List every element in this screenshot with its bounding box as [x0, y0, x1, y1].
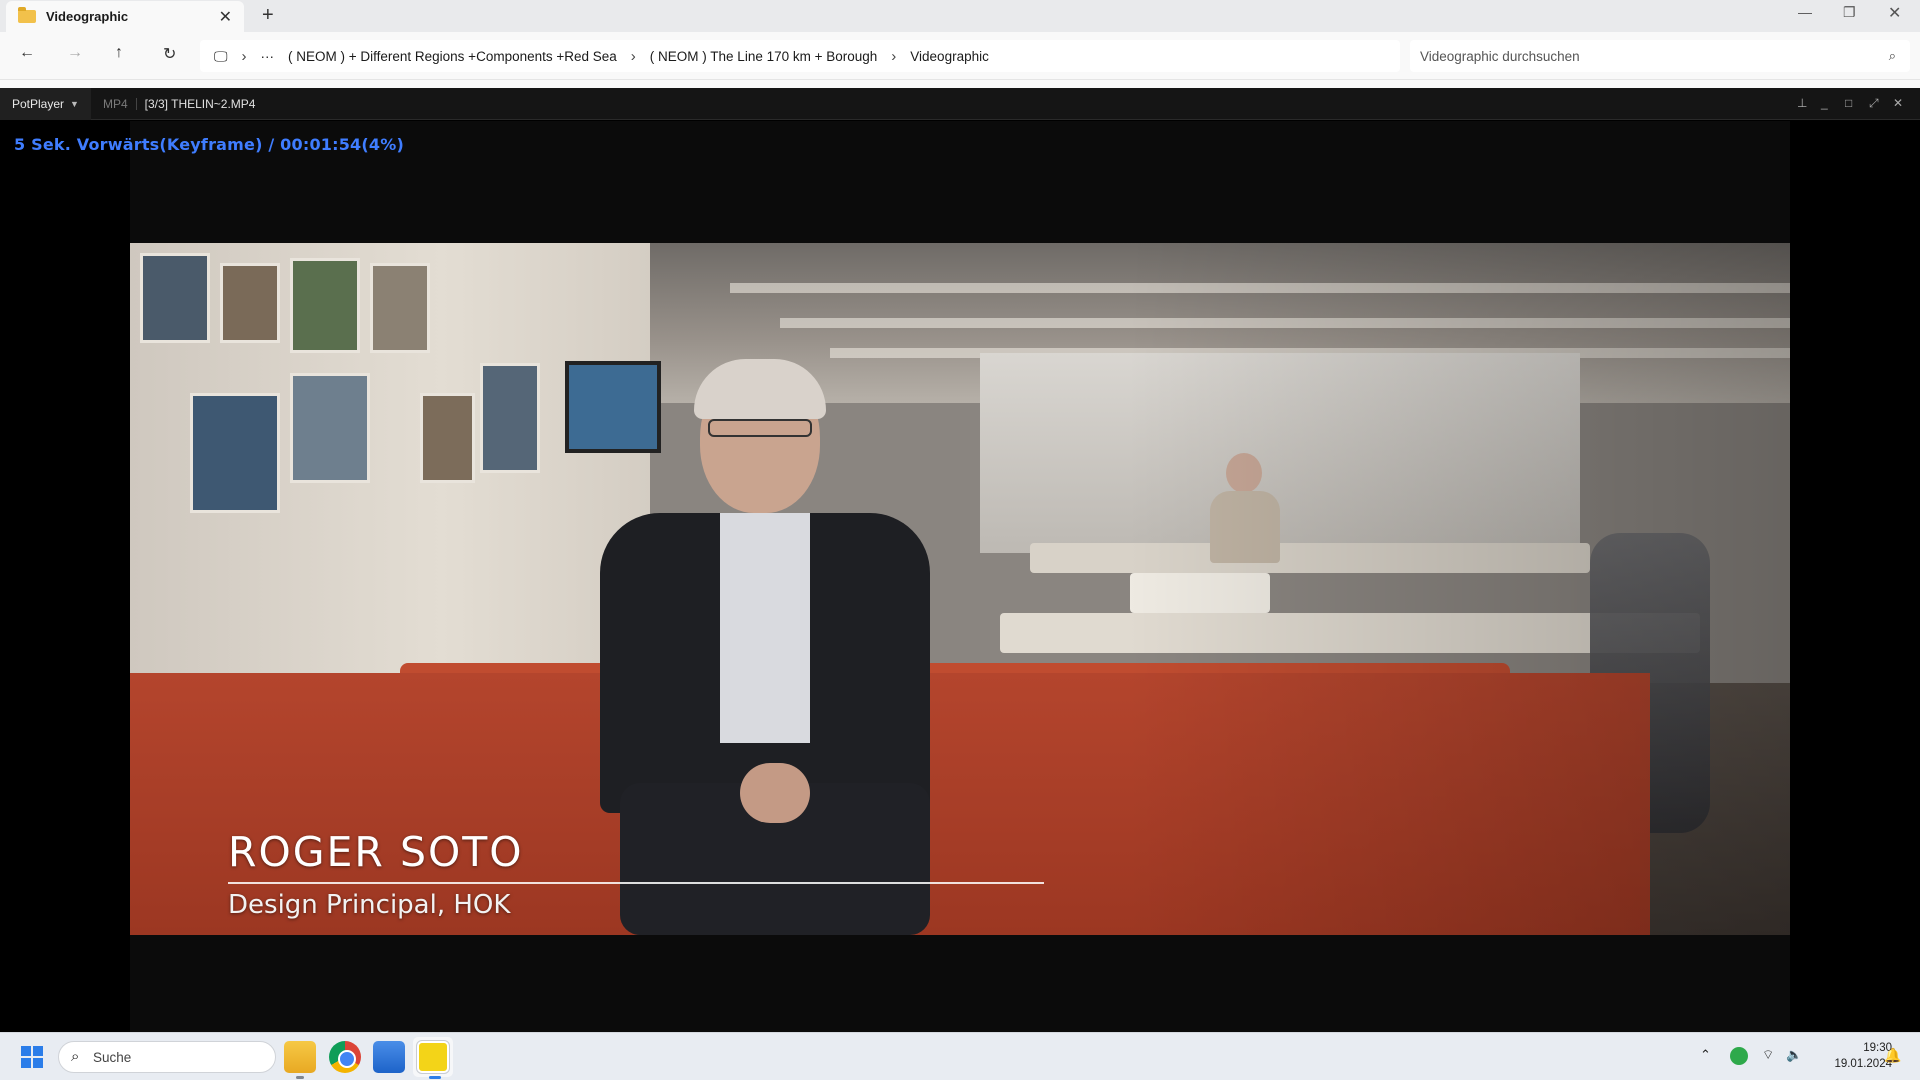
- minimize-icon[interactable]: _: [1821, 96, 1828, 110]
- store-icon[interactable]: [373, 1041, 405, 1073]
- potplayer-taskbar-button[interactable]: [413, 1037, 453, 1077]
- video-frame[interactable]: ROGER SOTO Design Principal, HOK: [130, 243, 1790, 935]
- refresh-icon[interactable]: ↻: [163, 44, 176, 64]
- file-explorer-icon[interactable]: [284, 1041, 316, 1073]
- volume-icon[interactable]: 🔈: [1786, 1047, 1802, 1063]
- running-indicator: [296, 1076, 304, 1079]
- address-bar[interactable]: 🖵 › ··· ( NEOM ) + Different Regions +Co…: [200, 40, 1400, 72]
- breadcrumb-item-current[interactable]: Videographic: [910, 49, 989, 64]
- chrome-icon[interactable]: [329, 1041, 361, 1073]
- speaker-name: ROGER SOTO: [228, 828, 524, 876]
- forward-icon[interactable]: →: [67, 44, 83, 62]
- lower-third-caption: ROGER SOTO Design Principal, HOK: [228, 828, 1044, 920]
- restore-icon[interactable]: ❐: [1843, 4, 1856, 21]
- explorer-search-input[interactable]: Videographic durchsuchen ⌕: [1410, 40, 1910, 72]
- chevron-down-icon: ▼: [70, 98, 79, 109]
- video-screen[interactable]: ROGER SOTO Design Principal, HOK 5 Sek. …: [0, 121, 1920, 1032]
- monitor-icon[interactable]: 🖵: [214, 48, 228, 65]
- chevron-right-icon[interactable]: ›: [891, 48, 896, 65]
- chevron-up-icon[interactable]: ⌃: [1700, 1047, 1711, 1063]
- system-clock[interactable]: 19:30 19.01.2024: [1812, 1040, 1892, 1072]
- explorer-tab[interactable]: Videographic ✕: [6, 1, 244, 32]
- potplayer-menu-button[interactable]: PotPlayer ▼: [0, 87, 91, 120]
- windows-icon[interactable]: [21, 1046, 43, 1068]
- back-icon[interactable]: ←: [19, 44, 35, 62]
- search-icon[interactable]: ⌕: [1889, 48, 1896, 64]
- more-locations-button[interactable]: ···: [261, 49, 275, 64]
- divider: [135, 97, 137, 110]
- potplayer-icon: [417, 1041, 449, 1073]
- close-window-icon[interactable]: ✕: [1888, 3, 1901, 23]
- clock-date: 19.01.2024: [1834, 1058, 1892, 1070]
- breadcrumb-item[interactable]: ( NEOM ) The Line 170 km + Borough: [650, 49, 877, 64]
- folder-icon: [18, 7, 36, 23]
- bell-icon[interactable]: 🔔: [1884, 1047, 1901, 1064]
- close-icon[interactable]: ✕: [1893, 96, 1903, 110]
- file-name: [3/3] THELIN~2.MP4: [144, 96, 256, 111]
- player-title-bar: PotPlayer ▼ MP4 [3/3] THELIN~2.MP4 ⊥ _ □…: [0, 87, 1920, 120]
- wifi-icon[interactable]: ⌔: [1762, 1047, 1774, 1063]
- chevron-right-icon[interactable]: ›: [242, 48, 247, 65]
- maximize-icon[interactable]: □: [1845, 96, 1852, 110]
- close-tab-icon[interactable]: ✕: [219, 7, 232, 27]
- taskbar-search-label: Suche: [93, 1049, 132, 1065]
- security-icon[interactable]: [1730, 1047, 1748, 1065]
- taskbar-search[interactable]: ⌕ Suche: [58, 1041, 276, 1073]
- osd-seek-message: 5 Sek. Vorwärts(Keyframe) / 00:01:54(4%): [14, 135, 404, 154]
- chevron-right-icon[interactable]: ›: [631, 48, 636, 65]
- brand-label: PotPlayer: [12, 96, 65, 111]
- search-icon: ⌕: [71, 1048, 80, 1065]
- pin-icon[interactable]: ⊥: [1797, 96, 1807, 110]
- caption-divider: [228, 882, 1044, 884]
- explorer-navigation-bar: ← → ↑ ↻ 🖵 › ··· ( NEOM ) + Different Reg…: [0, 32, 1920, 80]
- explorer-tab-bar: Videographic ✕ + — ❐ ✕: [0, 0, 1920, 32]
- search-placeholder: Videographic durchsuchen: [1420, 48, 1580, 64]
- tab-title: Videographic: [46, 9, 129, 24]
- clock-time: 19:30: [1863, 1042, 1892, 1054]
- file-format: MP4: [102, 96, 128, 111]
- minimize-icon[interactable]: —: [1798, 4, 1812, 20]
- active-indicator: [429, 1076, 441, 1079]
- up-icon[interactable]: ↑: [115, 44, 123, 62]
- breadcrumb-item[interactable]: ( NEOM ) + Different Regions +Components…: [288, 49, 617, 64]
- divider: [0, 80, 1920, 88]
- speaker-role: Design Principal, HOK: [228, 890, 511, 920]
- taskbar: ⌕ Suche ⌃ ⌔ 🔈 19:30 19.01.2024 🔔: [0, 1032, 1920, 1080]
- fullscreen-icon[interactable]: ⤢: [1869, 96, 1879, 111]
- potplayer-window: PotPlayer ▼ MP4 [3/3] THELIN~2.MP4 ⊥ _ □…: [0, 87, 1920, 1032]
- new-tab-button[interactable]: +: [262, 4, 274, 27]
